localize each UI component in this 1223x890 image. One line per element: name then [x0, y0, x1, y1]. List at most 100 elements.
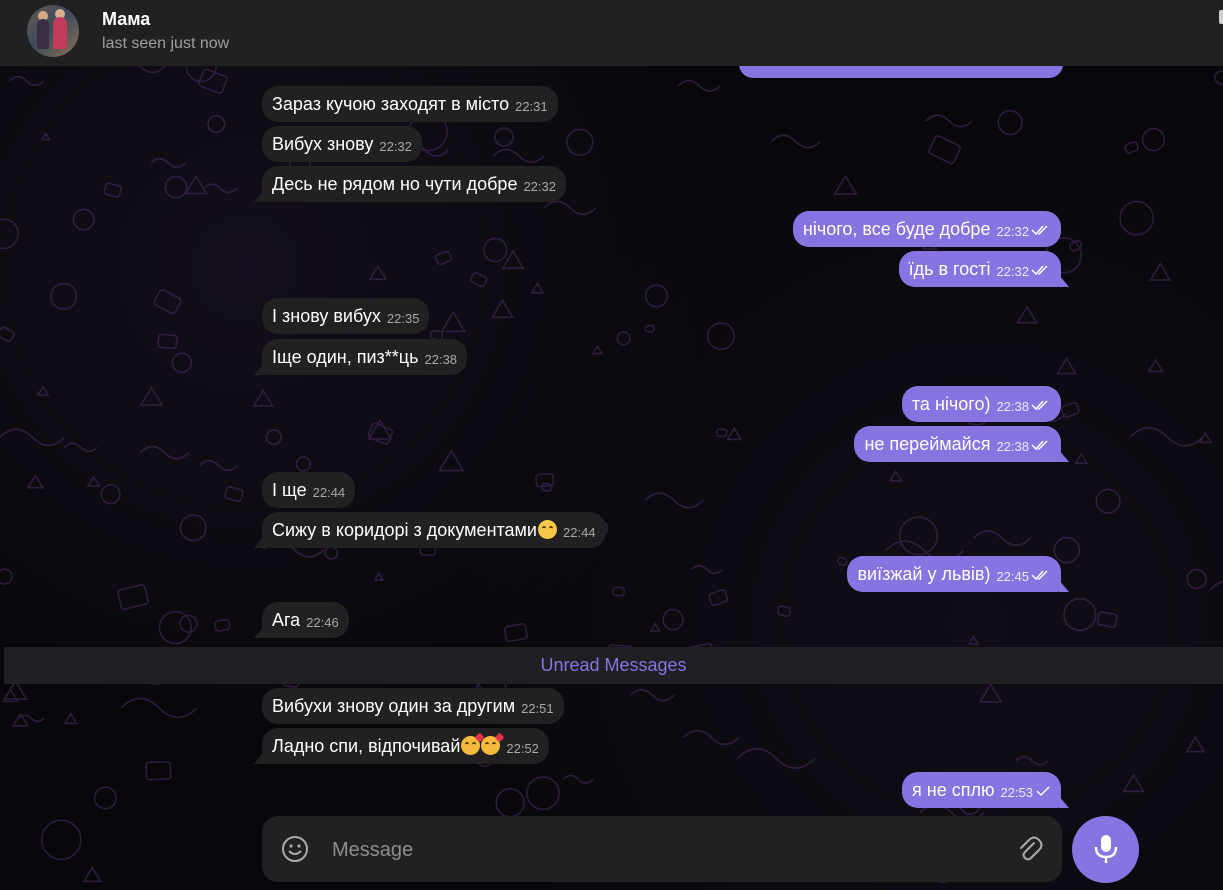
- message-outgoing[interactable]: та нічого) 22:38: [901, 386, 1061, 422]
- doodle-shape: [202, 183, 238, 194]
- doodle-shape: [0, 568, 13, 585]
- unread-label: Unread Messages: [540, 655, 687, 675]
- doodle-shape: [171, 352, 193, 374]
- message-text: І ще: [272, 480, 307, 500]
- message-input[interactable]: [330, 832, 994, 868]
- doodle-shape: [157, 333, 178, 350]
- doodle-shape: [1015, 756, 1049, 766]
- doodle-shape: [324, 546, 339, 560]
- message-outgoing[interactable]: нічого, все буде добре 22:32: [792, 211, 1061, 247]
- doodle-shape: [978, 682, 1003, 703]
- doodle-shape: [677, 79, 721, 92]
- doodle-shape: [1210, 580, 1223, 590]
- message-text: Ага: [272, 610, 301, 630]
- doodle-shape: [644, 492, 704, 509]
- message-time: 22:45: [996, 569, 1029, 584]
- message-incoming[interactable]: Вибух знову 22:32: [262, 126, 422, 162]
- doodle-shape: [997, 109, 1023, 136]
- message-incoming[interactable]: Сижу в коридорі з документами 22:44: [262, 512, 606, 548]
- message-text: Іще один, пиз**ць: [272, 347, 419, 367]
- message-text: їдь в гості: [908, 259, 991, 279]
- doodle-shape: [1053, 536, 1081, 564]
- doodle-shape: [707, 322, 735, 351]
- doodle-shape: [1056, 356, 1078, 375]
- kissing-face-emoji: [481, 732, 505, 755]
- double-check-icon: [1031, 225, 1048, 236]
- message-outgoing[interactable]: не переймайся 22:38: [854, 426, 1061, 462]
- message-outgoing[interactable]: виїзжай у львів) 22:45: [847, 556, 1061, 592]
- doodle-shape: [494, 127, 514, 147]
- message-incoming[interactable]: Ладно спи, відпочивай 22:52: [262, 728, 549, 764]
- doodle-shape: [1096, 611, 1118, 628]
- grinning-face-emoji: [538, 520, 557, 539]
- doodle-shape: [612, 586, 626, 597]
- message-text: Зараз кучою заходят в місто: [272, 94, 510, 114]
- message-time: 22:32: [996, 264, 1029, 279]
- doodle-shape: [26, 473, 45, 489]
- doodle-shape: [649, 622, 661, 632]
- message-text: І знову вибух: [272, 306, 381, 326]
- doodle-shape: [1186, 568, 1207, 590]
- paperclip-icon[interactable]: [1014, 834, 1044, 864]
- doodle-shape: [1124, 141, 1139, 154]
- message-text: Ладно спи, відпочивай: [272, 736, 461, 756]
- message-incoming[interactable]: Вибухи знову один за другим 22:51: [262, 688, 564, 724]
- doodle-shape: [1149, 262, 1172, 281]
- doodle-shape: [530, 282, 545, 294]
- chat-header[interactable]: Мама last seen just now: [0, 0, 1223, 66]
- doodle-shape: [726, 426, 743, 441]
- doodle-shape: [492, 148, 545, 163]
- doodle-shape: [100, 484, 121, 505]
- doodle-shape: [8, 75, 45, 87]
- doodle-shape: [198, 459, 239, 472]
- doodle-shape: [691, 564, 723, 575]
- contact-name[interactable]: Мама: [102, 9, 150, 30]
- doodle-shape: [120, 697, 198, 719]
- message-time: 22:53: [1000, 785, 1033, 800]
- doodle-shape: [164, 175, 188, 199]
- doodle-shape: [888, 469, 903, 482]
- doodle-shape: [153, 289, 182, 315]
- message-incoming[interactable]: І ще 22:44: [262, 472, 356, 508]
- message-text: я не сплю: [912, 780, 995, 800]
- doodle-shape: [117, 583, 149, 611]
- doodle-shape: [265, 429, 282, 446]
- contact-status: last seen just now: [102, 35, 230, 52]
- doodle-shape: [184, 174, 208, 195]
- double-check-icon: [1031, 265, 1048, 276]
- doodle-shape: [1185, 735, 1206, 753]
- message-time: 22:32: [996, 224, 1029, 239]
- doodle-shape: [925, 114, 973, 128]
- smile-icon[interactable]: [280, 834, 310, 864]
- message-time: 22:52: [506, 741, 539, 756]
- doodle-shape: [0, 428, 66, 447]
- doodle-shape: [139, 445, 190, 460]
- message-incoming[interactable]: Ага 22:46: [262, 602, 349, 638]
- message-outgoing[interactable]: їдь в гості 22:32: [898, 251, 1061, 287]
- doodle-shape: [543, 200, 597, 216]
- message-time: 22:44: [312, 485, 346, 500]
- message-incoming[interactable]: І знову вибух 22:35: [262, 298, 430, 334]
- doodle-shape: [93, 786, 118, 810]
- doodle-shape: [0, 326, 15, 343]
- message-incoming[interactable]: Десь не рядом но чути добре 22:32: [262, 166, 566, 202]
- message-outgoing[interactable]: я не сплю 22:53: [902, 772, 1061, 808]
- doodle-shape: [86, 475, 101, 487]
- doodle-shape: [1119, 200, 1154, 236]
- doodle-shape: [1016, 305, 1038, 324]
- doodle-shape: [368, 264, 388, 281]
- message-incoming[interactable]: Іще один, пиз**ць 22:38: [262, 339, 468, 375]
- avatar[interactable]: [27, 5, 79, 57]
- message-text: не переймайся: [864, 434, 991, 454]
- doodle-shape: [373, 571, 385, 581]
- message-time: 22:35: [386, 311, 420, 326]
- doodle-shape: [72, 208, 95, 231]
- doodle-shape: [252, 388, 274, 407]
- doodle-shape: [207, 115, 226, 134]
- microphone-icon[interactable]: [1072, 816, 1139, 883]
- doodle-shape: [482, 237, 508, 263]
- doodle-shape: [526, 776, 560, 811]
- doodle-shape: [1095, 488, 1121, 514]
- doodle-shape: [644, 284, 669, 308]
- message-incoming[interactable]: Зараз кучою заходят в місто 22:31: [262, 86, 558, 122]
